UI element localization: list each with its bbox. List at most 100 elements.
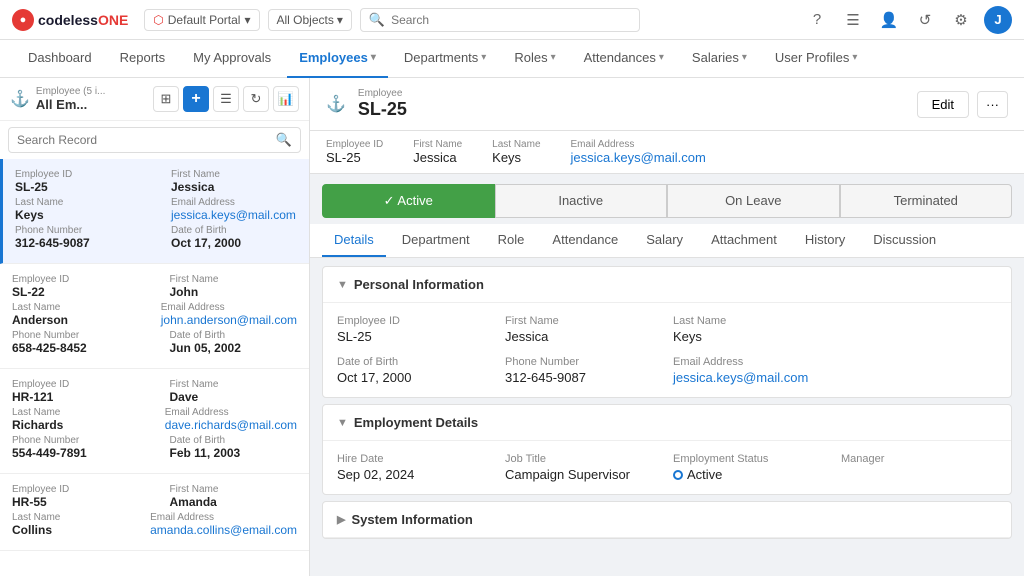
status-active-btn[interactable]: ✓ Active: [322, 184, 495, 218]
employment-details-section: ▼ Employment Details Hire Date Sep 02, 2…: [322, 404, 1012, 495]
tab-details[interactable]: Details: [322, 224, 386, 257]
search-record[interactable]: 🔍: [8, 127, 301, 153]
list-view-btn[interactable]: ☰: [213, 86, 239, 112]
anchor-icon: ⚓: [10, 89, 30, 109]
employment-details-title: Employment Details: [354, 415, 478, 430]
field-empty: [841, 315, 997, 344]
field-phone: Phone Number 312-645-9087: [505, 356, 661, 385]
field-email-value: jessica.keys@mail.com: [673, 370, 829, 385]
detail-label: Employee: [358, 88, 905, 99]
avatar[interactable]: J: [984, 6, 1012, 34]
lname-label: Last Name: [12, 407, 135, 418]
personal-info-chevron: ▼: [337, 279, 348, 291]
history-icon[interactable]: ↺: [912, 7, 938, 33]
meta-fname-label: First Name: [413, 139, 462, 150]
nav-reports[interactable]: Reports: [108, 40, 178, 78]
tab-history[interactable]: History: [793, 224, 857, 257]
list-item[interactable]: Employee IDHR-55 First NameAmanda Last N…: [0, 474, 309, 551]
topbar-icons: ? ☰ 👤 ↺ ⚙ J: [804, 6, 1012, 34]
field-hire-date-label: Hire Date: [337, 453, 493, 465]
nav-salaries[interactable]: Salaries▾: [680, 40, 759, 78]
salaries-arrow: ▾: [742, 52, 747, 63]
meta-email-label: Email Address: [571, 139, 706, 150]
emp-fname: Jessica: [171, 180, 297, 194]
nav-attendances[interactable]: Attendances▾: [572, 40, 676, 78]
tab-salary[interactable]: Salary: [634, 224, 695, 257]
nav-user-profiles[interactable]: User Profiles▾: [763, 40, 869, 78]
tab-role[interactable]: Role: [486, 224, 537, 257]
id-label: Employee ID: [15, 169, 141, 180]
search-input[interactable]: [391, 13, 631, 27]
left-header: ⚓ Employee (5 i... All Em... ⊞ + ☰ ↻ 📊: [0, 78, 309, 121]
employment-details-header[interactable]: ▼ Employment Details: [323, 405, 1011, 441]
left-toolbar: ⊞ + ☰ ↻ 📊: [153, 86, 299, 112]
status-terminated-btn[interactable]: Terminated: [840, 184, 1013, 218]
help-icon[interactable]: ?: [804, 7, 830, 33]
field-employee-id-label: Employee ID: [337, 315, 493, 327]
roles-arrow: ▾: [551, 52, 556, 63]
status-bar: ✓ Active Inactive On Leave Terminated: [322, 184, 1012, 218]
meta-fname: First Name Jessica: [413, 139, 462, 165]
settings-icon[interactable]: ⚙: [948, 7, 974, 33]
objects-button[interactable]: All Objects ▾: [268, 9, 352, 31]
emp-phone: 312-645-9087: [15, 236, 141, 250]
menu-icon[interactable]: ☰: [840, 7, 866, 33]
fname-label: First Name: [171, 169, 297, 180]
nav-dashboard[interactable]: Dashboard: [16, 40, 104, 78]
nav-roles[interactable]: Roles▾: [502, 40, 567, 78]
list-item[interactable]: Employee IDSL-22 First NameJohn Last Nam…: [0, 264, 309, 369]
field-dob: Date of Birth Oct 17, 2000: [337, 356, 493, 385]
global-search[interactable]: 🔍: [360, 8, 640, 32]
chart-btn[interactable]: 📊: [273, 86, 299, 112]
grid-view-btn[interactable]: ⊞: [153, 86, 179, 112]
field-manager: Manager: [841, 453, 997, 482]
more-button[interactable]: ···: [977, 91, 1008, 118]
status-onleave-btn[interactable]: On Leave: [667, 184, 840, 218]
status-inactive-btn[interactable]: Inactive: [495, 184, 668, 218]
tab-department[interactable]: Department: [390, 224, 482, 257]
phone-label: Phone Number: [15, 225, 141, 236]
list-item[interactable]: Employee IDHR-121 First NameDave Last Na…: [0, 369, 309, 474]
personal-info-header[interactable]: ▼ Personal Information: [323, 267, 1011, 303]
tab-discussion[interactable]: Discussion: [861, 224, 948, 257]
edit-button[interactable]: Edit: [917, 91, 969, 118]
meta-id: Employee ID SL-25: [326, 139, 383, 165]
tab-attachment[interactable]: Attachment: [699, 224, 789, 257]
employment-chevron: ▼: [337, 417, 348, 429]
nav-employees[interactable]: Employees▾: [287, 40, 388, 78]
logo-text: codelessONE: [38, 12, 128, 28]
field-first-name-label: First Name: [505, 315, 661, 327]
meta-id-label: Employee ID: [326, 139, 383, 150]
emp-dob: Feb 11, 2003: [170, 446, 298, 460]
emp-fname: John: [170, 285, 298, 299]
field-job-title-value: Campaign Supervisor: [505, 467, 661, 482]
detail-title: SL-25: [358, 99, 905, 120]
list-item[interactable]: Employee IDSL-25 First NameJessica Last …: [0, 159, 309, 264]
meta-fname-value: Jessica: [413, 150, 462, 165]
refresh-btn[interactable]: ↻: [243, 86, 269, 112]
nav-approvals[interactable]: My Approvals: [181, 40, 283, 78]
emp-phone: 554-449-7891: [12, 446, 140, 460]
detail-tabs: Details Department Role Attendance Salar…: [310, 224, 1024, 258]
nav-departments[interactable]: Departments▾: [392, 40, 498, 78]
emp-dob: Oct 17, 2000: [171, 236, 297, 250]
users-icon[interactable]: 👤: [876, 7, 902, 33]
emp-email: jessica.keys@mail.com: [171, 208, 297, 222]
detail-header-info: Employee SL-25: [358, 88, 905, 120]
search-record-icon: 🔍: [276, 132, 292, 148]
system-info-header[interactable]: ▶ System Information: [323, 502, 1011, 538]
field-employment-status: Employment Status Active: [673, 453, 829, 482]
tab-attendance[interactable]: Attendance: [540, 224, 630, 257]
email-label: Email Address: [165, 407, 297, 418]
dob-label: Date of Birth: [171, 225, 297, 236]
add-employee-btn[interactable]: +: [183, 86, 209, 112]
email-label: Email Address: [150, 512, 297, 523]
right-panel: ⚓ Employee SL-25 Edit ··· Employee ID SL…: [310, 78, 1024, 576]
portal-button[interactable]: ⬡ Default Portal ▾: [144, 9, 259, 31]
field-manager-label: Manager: [841, 453, 997, 465]
personal-info-body: Employee ID SL-25 First Name Jessica Las…: [323, 303, 1011, 397]
dob-label: Date of Birth: [170, 330, 298, 341]
search-record-input[interactable]: [17, 133, 270, 147]
objects-arrow: ▾: [337, 13, 343, 27]
email-label: Email Address: [171, 197, 297, 208]
